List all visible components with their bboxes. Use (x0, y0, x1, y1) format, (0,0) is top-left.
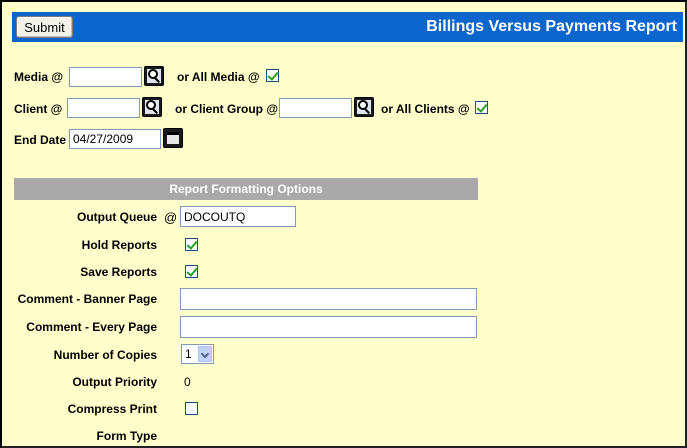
media-input[interactable] (69, 67, 142, 87)
compress-print-label: Compress Print (67, 402, 157, 416)
output-priority-label: Output Priority (72, 375, 157, 389)
copies-label: Number of Copies (53, 348, 157, 362)
all-media-label: or All Media @ (177, 70, 260, 84)
report-window: Submit Billings Versus Payments Report M… (0, 0, 687, 448)
media-label: Media @ (14, 70, 64, 84)
client-lookup-icon[interactable] (142, 97, 162, 117)
page-title: Billings Versus Payments Report (426, 18, 677, 35)
client-group-lookup-icon[interactable] (354, 97, 374, 117)
media-lookup-icon[interactable] (144, 66, 164, 86)
copies-value: 1 (185, 347, 192, 361)
comment-every-label: Comment - Every Page (26, 320, 157, 334)
compress-print-checkbox[interactable] (185, 402, 198, 415)
comment-every-input[interactable] (180, 316, 477, 338)
hold-reports-label: Hold Reports (81, 238, 157, 252)
comment-banner-label: Comment - Banner Page (17, 292, 157, 306)
hold-reports-checkbox[interactable] (185, 238, 198, 251)
chevron-down-icon[interactable] (198, 346, 212, 362)
end-date-label: End Date (14, 133, 67, 147)
all-clients-checkbox[interactable] (475, 101, 488, 114)
client-input[interactable] (67, 98, 140, 118)
output-queue-at-label: @ (164, 210, 178, 225)
output-queue-label: Output Queue (77, 210, 157, 224)
output-priority-value: 0 (184, 375, 191, 389)
form-type-label: Form Type (96, 429, 157, 443)
all-media-checkbox[interactable] (266, 69, 279, 82)
checkmark-icon (267, 69, 279, 81)
save-reports-label: Save Reports (80, 265, 157, 279)
save-reports-checkbox[interactable] (185, 265, 198, 278)
checkmark-icon (186, 238, 198, 250)
all-clients-label: or All Clients @ (381, 102, 470, 116)
checkmark-icon (186, 265, 198, 277)
submit-button[interactable]: Submit (16, 16, 73, 38)
copies-select[interactable]: 1 (181, 344, 214, 364)
end-date-input[interactable] (69, 129, 161, 149)
checkmark-icon (476, 101, 488, 113)
client-group-input[interactable] (279, 98, 352, 118)
comment-banner-input[interactable] (180, 288, 477, 310)
header-bar: Submit Billings Versus Payments Report (12, 12, 683, 42)
client-label: Client @ (14, 102, 63, 116)
client-group-label: or Client Group @ (175, 102, 279, 116)
section-header-report-options: Report Formatting Options (14, 178, 478, 200)
calendar-icon[interactable] (163, 128, 183, 148)
output-queue-input[interactable] (180, 206, 296, 227)
